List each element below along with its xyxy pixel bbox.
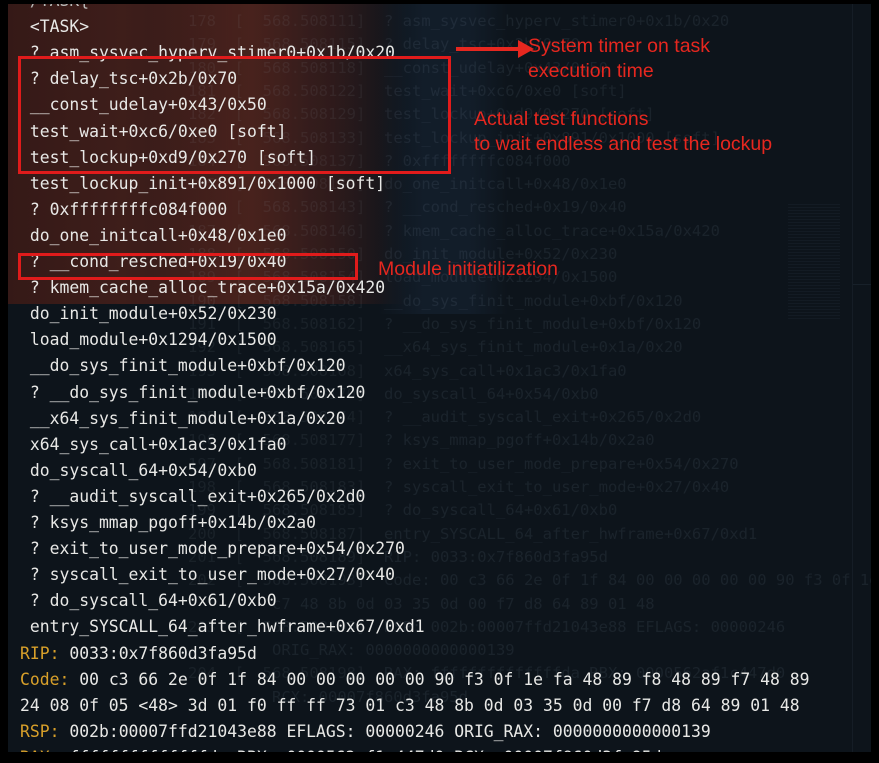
backtrace-line: ? syscall_exit_to_user_mode+0x27/0x40 <box>20 565 395 585</box>
annotation-module-init: Module initiatilization <box>378 258 558 280</box>
backtrace-line: do_one_initcall+0x48/0x1e0 <box>20 225 287 245</box>
backtrace-line: ? asm_sysvec_hyperv_stimer0+0x1b/0x20 <box>20 43 395 63</box>
register-value: ffffffffffffffda RBX: 0000562af1c447d0 R… <box>59 748 661 752</box>
backtrace-line: do_syscall_64+0x54/0xb0 <box>20 460 257 480</box>
register-value: 0033:0x7f860d3fa95d <box>59 643 257 663</box>
backtrace-line: entry_SYSCALL_64_after_hwframe+0x67/0xd1 <box>20 617 425 637</box>
backtrace-line: do_init_module+0x52/0x230 <box>20 304 277 324</box>
backtrace-line: ? __cond_resched+0x19/0x40 <box>20 252 287 271</box>
register-label: RAX: <box>20 748 59 752</box>
arrow-icon <box>456 40 534 58</box>
backtrace-line: ? __do_sys_finit_module+0xbf/0x120 <box>20 382 366 402</box>
register-label: RSP: <box>20 721 60 741</box>
backtrace-line: x64_sys_call+0x1ac3/0x1fa0 <box>20 434 287 454</box>
register-value: 24 08 0f 05 <48> 3d 01 f0 ff ff 73 01 c3… <box>20 695 800 715</box>
backtrace-line: __const_udelay+0x43/0x50 <box>20 95 267 115</box>
backtrace-line: ? 0xffffffffc084f000 <box>20 199 228 219</box>
register-line: Code: 00 c3 66 2e 0f 1f 84 00 00 00 00 0… <box>8 667 809 693</box>
register-label: RIP: <box>20 643 60 663</box>
register-line: 24 08 0f 05 <48> 3d 01 f0 ff ff 73 01 c3… <box>8 693 800 719</box>
annotation-test-functions: Actual test functions to wait endless an… <box>474 108 773 155</box>
clipped-top-line: /TASK{ <box>8 4 89 14</box>
register-label: Code: <box>20 669 70 689</box>
backtrace-line: __do_sys_finit_module+0xbf/0x120 <box>20 356 346 376</box>
backtrace-line: load_module+0x1294/0x1500 <box>20 330 277 350</box>
backtrace-line: ? exit_to_user_mode_prepare+0x54/0x270 <box>20 539 405 559</box>
terminal-panel: 178 [ 568.508111] ? asm_sysvec_hyperv_st… <box>8 4 871 752</box>
screenshot-root: 178 [ 568.508111] ? asm_sysvec_hyperv_st… <box>0 0 879 763</box>
backtrace-line: ? do_syscall_64+0x61/0xb0 <box>20 591 277 611</box>
register-line: RIP: 0033:0x7f860d3fa95d <box>8 641 257 667</box>
backtrace-line: ? delay_tsc+0x2b/0x70 <box>20 69 238 89</box>
backtrace-line: test_lockup_init+0x891/0x1000 [soft] <box>20 173 386 193</box>
backtrace-line: test_wait+0xc6/0xe0 [soft] <box>20 121 287 141</box>
backtrace-line: ? kmem_cache_alloc_trace+0x15a/0x420 <box>20 278 386 298</box>
register-line: RSP: 002b:00007ffd21043e88 EFLAGS: 00000… <box>8 719 711 745</box>
annotation-system-timer: System timer on task execution time <box>528 35 711 82</box>
backtrace-line: <TASK> <box>20 17 90 37</box>
backtrace-line: ? ksys_mmap_pgoff+0x14b/0x2a0 <box>20 513 317 532</box>
backtrace-line: test_lockup+0xd9/0x270 [soft] <box>20 147 317 167</box>
register-value: 00 c3 66 2e 0f 1f 84 00 00 00 00 00 90 f… <box>69 669 810 689</box>
backtrace-line: ? __audit_syscall_exit+0x265/0x2d0 <box>20 486 366 506</box>
register-value: 002b:00007ffd21043e88 EFLAGS: 00000246 O… <box>59 721 711 741</box>
backtrace-line: __x64_sys_finit_module+0x1a/0x20 <box>20 408 346 428</box>
register-line: RAX: ffffffffffffffda RBX: 0000562af1c44… <box>8 745 661 752</box>
